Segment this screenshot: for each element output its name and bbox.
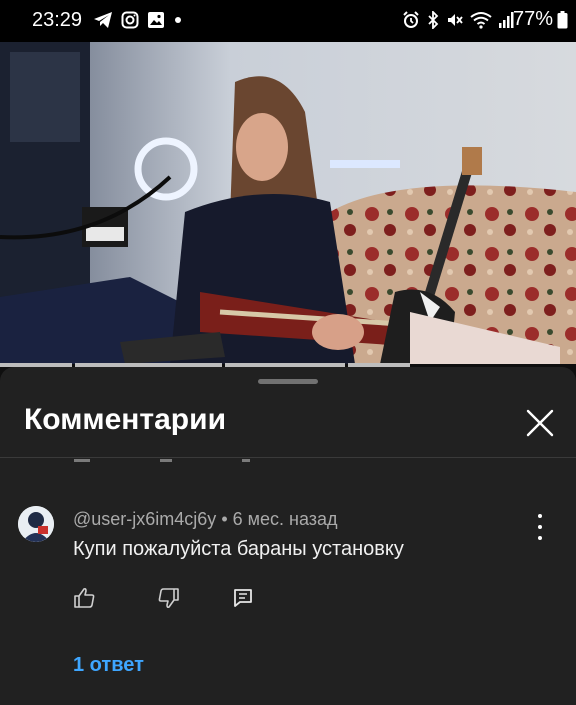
video-frame [0,42,576,364]
bluetooth-icon [428,11,439,29]
thumb-down-icon[interactable] [156,586,180,610]
telegram-icon [94,12,112,28]
scrolled-actions-remnant [74,459,250,462]
replies-button[interactable]: 1 ответ [73,654,144,677]
avatar[interactable] [18,506,54,542]
comment-text: Купи пожалуйста бараны установку [73,538,404,560]
meta-separator: • [216,509,233,529]
mute-icon [448,14,463,26]
more-vert-icon[interactable] [530,514,550,540]
thumb-up-icon[interactable] [73,586,97,610]
drag-handle[interactable] [258,379,318,384]
comment-author[interactable]: @user-jx6im4cj6y [73,509,216,529]
comment-actions [73,586,255,610]
battery-icon [557,10,568,28]
signal-icon [499,12,514,28]
header-divider [0,457,576,458]
comments-sheet: Комментарии @user-jx6im4cj6y • 6 мес. на… [0,367,576,705]
gallery-icon [148,12,164,28]
dot-icon [175,17,181,23]
instagram-icon [121,11,139,29]
close-icon[interactable] [522,405,558,441]
battery-percent: 77% [512,8,553,30]
comment-meta: @user-jx6im4cj6y • 6 мес. назад [73,509,338,530]
video-player[interactable] [0,42,576,364]
wifi-icon [470,12,492,29]
comment-time: 6 мес. назад [232,509,338,529]
status-time: 23:29 [32,9,83,31]
status-bar: 23:29 77% [0,0,576,42]
reply-icon[interactable] [231,586,255,610]
avatar-image [18,506,54,542]
sheet-title: Комментарии [24,403,227,436]
alarm-icon [403,11,419,28]
